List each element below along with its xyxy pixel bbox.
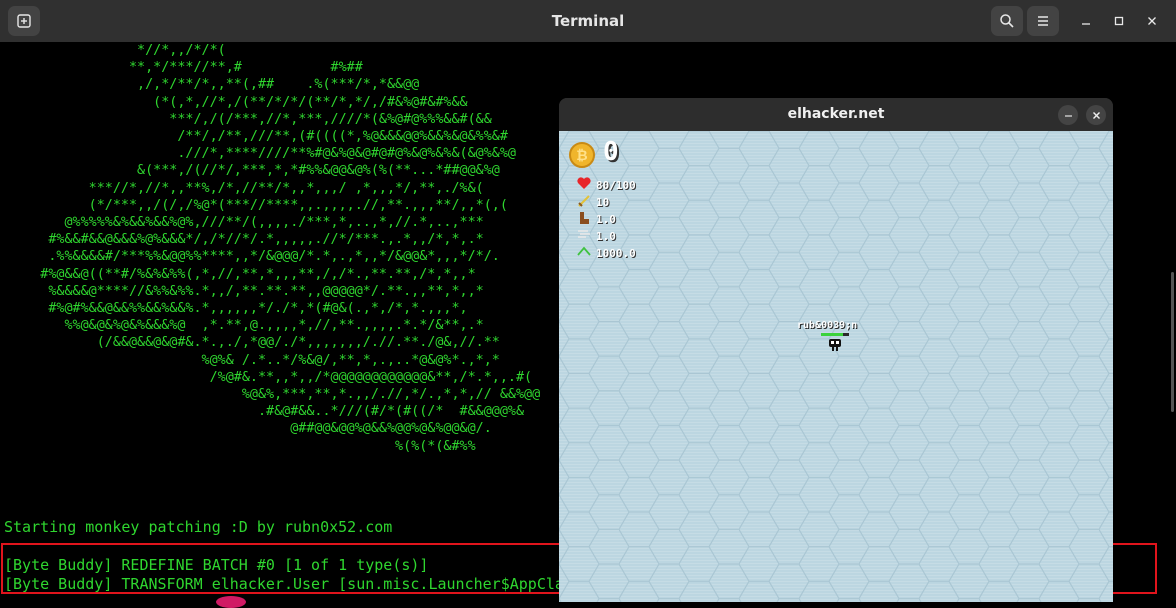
status-line: Starting monkey patching :D by rubn0x52.… [4, 518, 393, 536]
game-window: elhacker.net ₿ 0 80/100 10 1.0 1.0 1000.… [559, 98, 1113, 602]
search-icon [1000, 14, 1014, 28]
menu-button[interactable] [1027, 6, 1059, 36]
ascii-art-logo: *//*,,/*/*( **,*/***//**,# #%## ,/,*/**/… [40, 43, 541, 454]
close-icon [1092, 111, 1100, 119]
new-tab-button[interactable] [8, 6, 40, 36]
experience-value: 1000.0 [596, 246, 636, 260]
close-button[interactable] [1140, 9, 1164, 33]
maximize-icon [1114, 16, 1124, 26]
game-titlebar: elhacker.net [559, 98, 1113, 131]
boot-icon [577, 212, 592, 226]
minimize-button[interactable] [1074, 9, 1098, 33]
close-icon [1148, 17, 1156, 25]
game-minimize-button[interactable] [1058, 105, 1078, 125]
game-close-button[interactable] [1086, 105, 1106, 125]
player-health-bar [821, 333, 849, 336]
rate-value: 1.0 [596, 229, 616, 243]
speed-lines-icon [577, 229, 592, 243]
player-health-fill [821, 333, 844, 336]
hex-grid-background [559, 131, 1113, 602]
speed-value: 1.0 [596, 212, 616, 226]
game-window-title: elhacker.net [787, 106, 885, 122]
sword-icon [577, 195, 592, 209]
new-tab-icon [17, 14, 31, 28]
terminal-titlebar: Terminal [0, 0, 1176, 43]
scrollbar[interactable] [1171, 272, 1174, 412]
attack-value: 10 [596, 195, 610, 209]
coin-icon: ₿ [569, 142, 595, 168]
dock-indicator [216, 596, 246, 608]
coin-count: 0 [603, 137, 619, 167]
player-name-label: rub&0039;n [797, 320, 858, 331]
health-value: 80/100 [596, 178, 636, 192]
stat-attack: 10 [577, 194, 609, 210]
maximize-button[interactable] [1107, 9, 1131, 33]
xp-arrow-icon [577, 246, 592, 260]
stat-rate: 1.0 [577, 228, 616, 244]
hamburger-menu-icon [1038, 16, 1048, 26]
heart-icon [577, 177, 592, 192]
stat-experience: 1000.0 [577, 245, 636, 261]
search-button[interactable] [991, 6, 1023, 36]
minimize-icon [1064, 114, 1072, 117]
stat-health: 80/100 [577, 177, 636, 193]
game-canvas[interactable]: ₿ 0 80/100 10 1.0 1.0 1000.0 rub&0039;n [559, 131, 1113, 602]
stat-speed: 1.0 [577, 211, 616, 227]
minimize-icon [1082, 23, 1090, 25]
